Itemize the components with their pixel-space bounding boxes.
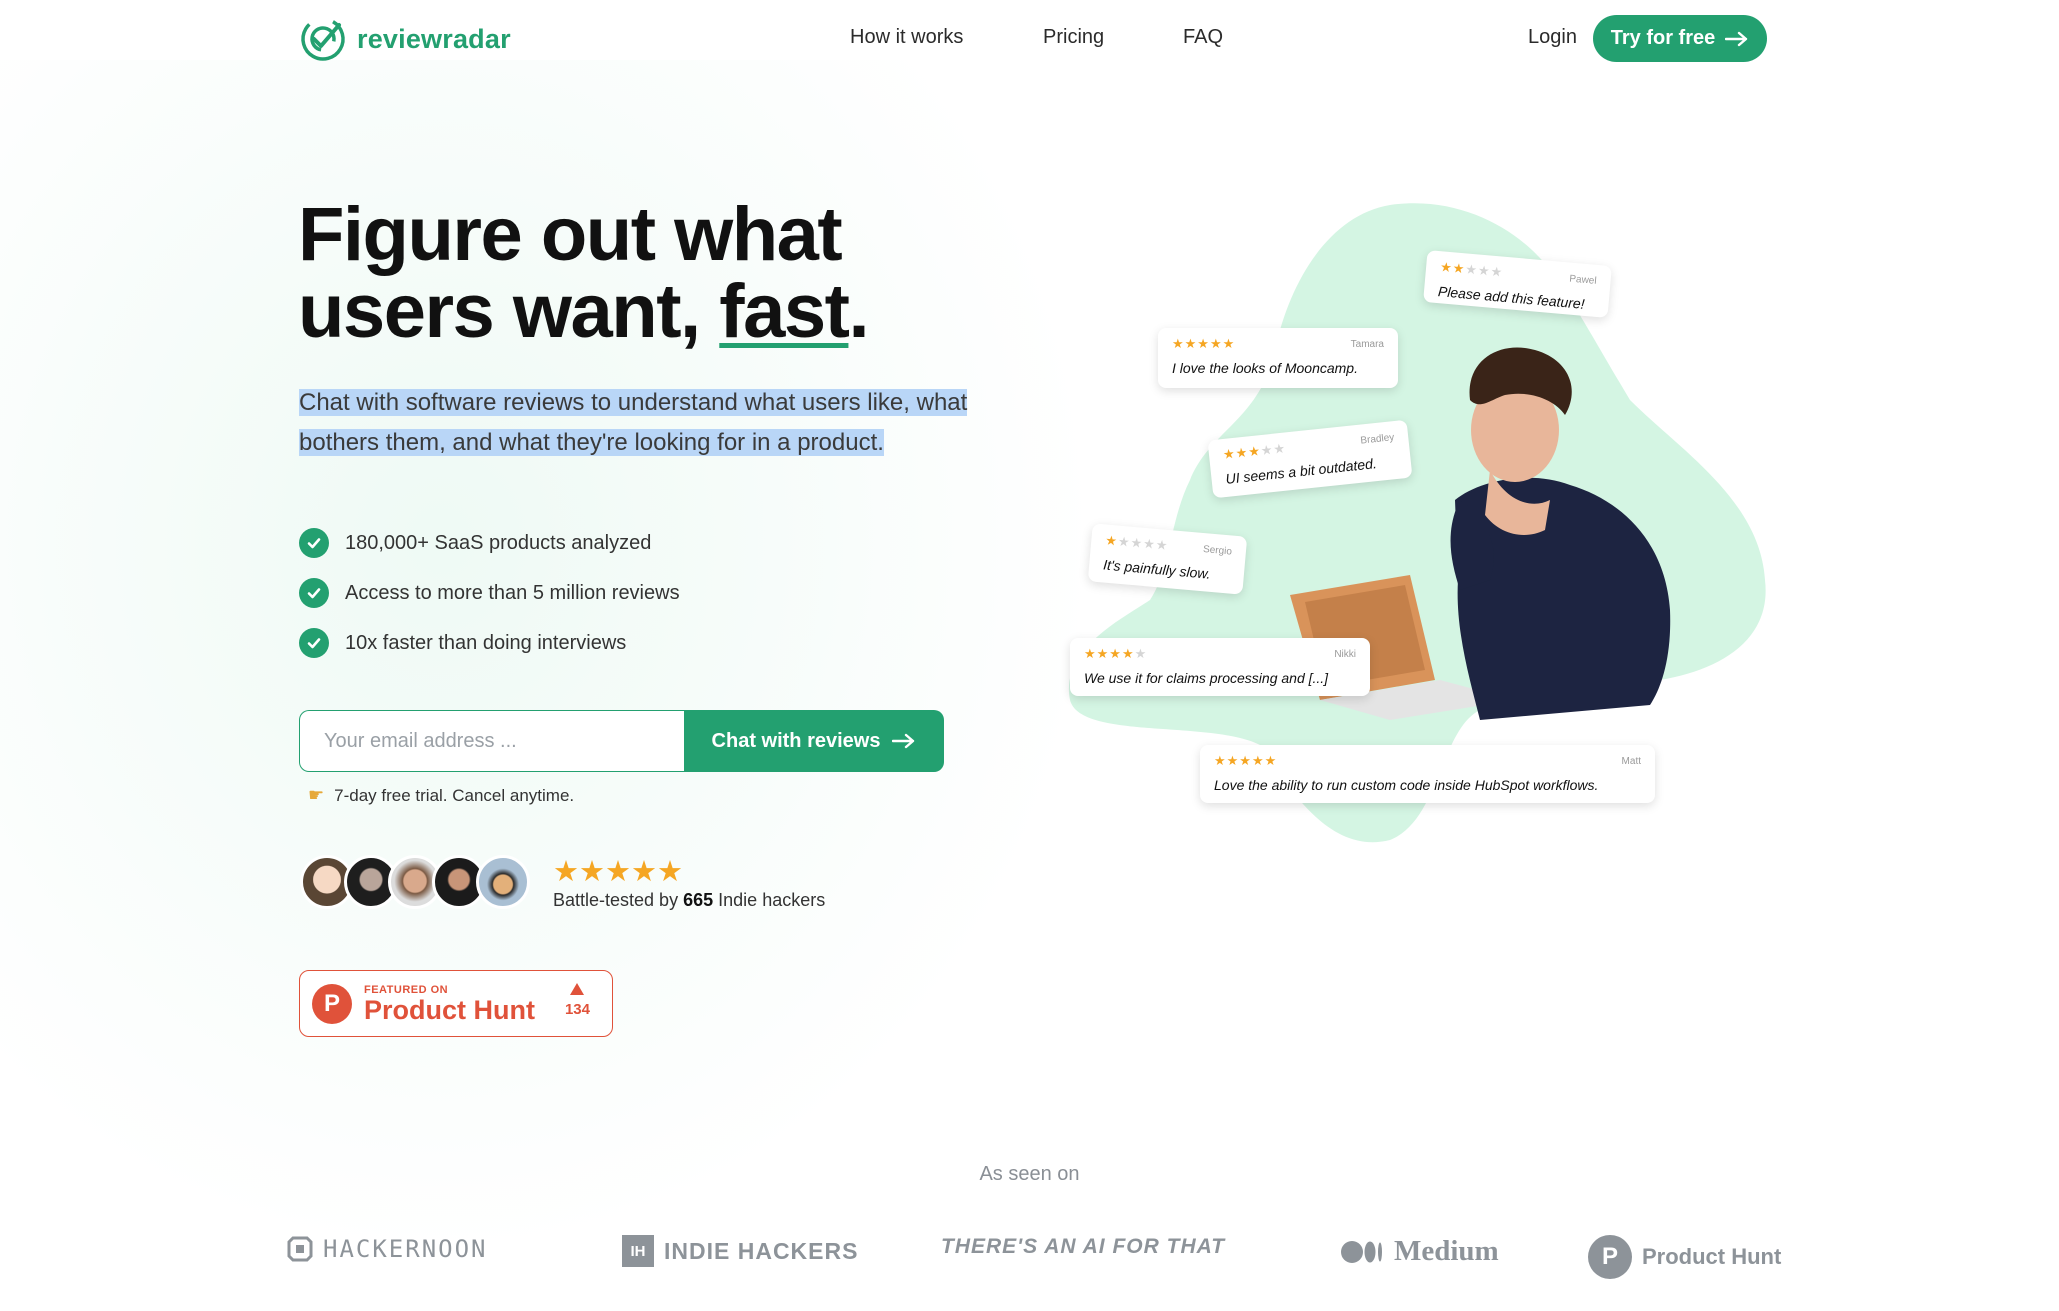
arrow-right-icon: [892, 733, 915, 749]
feature-item: 10x faster than doing interviews: [299, 618, 680, 668]
feature-text: Access to more than 5 million reviews: [345, 581, 680, 604]
ph-votes: 134: [565, 983, 590, 1018]
upvote-icon: [570, 983, 585, 995]
social-proof-text: Battle-tested by 665 Indie hackers: [553, 890, 826, 910]
review-stars: ★★★★★: [1084, 646, 1148, 661]
product-hunt-icon: P: [312, 983, 352, 1024]
ph-featured-label: FEATURED ON: [364, 983, 449, 996]
social-proof-count: 665: [683, 890, 714, 910]
top-nav: reviewradar How it works Pricing FAQ Log…: [0, 0, 2059, 80]
review-author: Nikki: [1334, 648, 1356, 660]
try-for-free-button[interactable]: Try for free: [1593, 15, 1767, 62]
check-icon: [299, 578, 329, 608]
arrow-right-icon: [1725, 31, 1748, 46]
hackernoon-logo[interactable]: HACKERNOON: [287, 1235, 488, 1263]
pointing-hand-icon: ☛: [308, 785, 325, 805]
hero-subtitle-text: Chat with software reviews to understand…: [299, 389, 968, 456]
medium-logo[interactable]: Medium: [1340, 1235, 1499, 1268]
check-icon: [299, 628, 329, 658]
trial-note-text: 7-day free trial. Cancel anytime.: [334, 785, 575, 805]
hero-illustration: ★★★★★ Pawel Please add this feature! ★★★★…: [1060, 200, 1770, 850]
brand-logo[interactable]: reviewradar: [299, 15, 511, 63]
try-for-free-label: Try for free: [1610, 27, 1716, 49]
review-card: ★★★★★ Matt Love the ability to run custom…: [1200, 745, 1655, 803]
product-hunt-logo[interactable]: P Product Hunt: [1588, 1235, 1781, 1279]
star-rating: ★★★★★: [553, 856, 683, 888]
nav-how-it-works[interactable]: How it works: [850, 26, 963, 49]
review-stars: ★★★★★: [1439, 259, 1504, 280]
hero-title-period: .: [848, 269, 869, 354]
rating-block: ★★★★★ Battle-tested by 665 Indie hackers: [553, 858, 825, 911]
hero-title-emphasis: fast: [719, 269, 850, 354]
radar-check-icon: [301, 17, 345, 61]
review-card: ★★★★★ Tamara I love the looks of Mooncamp…: [1158, 328, 1398, 388]
review-text: I love the looks of Mooncamp.: [1172, 360, 1358, 376]
review-stars: ★★★★★: [1172, 336, 1236, 351]
feature-item: 180,000+ SaaS products analyzed: [299, 518, 680, 568]
avatar-group: [300, 855, 530, 909]
review-text: We use it for claims processing and [...…: [1084, 670, 1329, 686]
press-logos: HACKERNOON IH INDIE HACKERS THERE'S AN A…: [0, 1225, 2059, 1285]
feature-list: 180,000+ SaaS products analyzed Access t…: [299, 518, 680, 668]
trial-note: ☛ 7-day free trial. Cancel anytime.: [308, 785, 574, 806]
hero-title-line1: Figure out what: [298, 192, 843, 277]
medium-icon: [1341, 1240, 1382, 1263]
nav-pricing[interactable]: Pricing: [1043, 26, 1104, 49]
check-icon: [299, 528, 329, 558]
review-text: Love the ability to run custom code insi…: [1214, 777, 1599, 793]
hackernoon-icon: [287, 1236, 313, 1262]
brand-name: reviewradar: [357, 23, 511, 54]
signup-form: Chat with reviews: [299, 710, 944, 772]
review-stars: ★★★★★: [1222, 440, 1287, 463]
hero-title: Figure out what users want, fast.: [298, 196, 870, 350]
chat-with-reviews-label: Chat with reviews: [711, 729, 881, 752]
review-text: It's painfully slow.: [1102, 556, 1212, 582]
hero-title-line2: users want,: [298, 269, 701, 354]
review-author: Matt: [1621, 755, 1641, 767]
hero-subtitle: Chat with software reviews to understand…: [299, 383, 1009, 463]
product-hunt-icon: P: [1588, 1235, 1632, 1279]
review-stars: ★★★★★: [1104, 532, 1170, 554]
nav-faq[interactable]: FAQ: [1183, 26, 1223, 49]
ph-name: Product Hunt: [364, 994, 535, 1025]
review-stars: ★★★★★: [1214, 753, 1278, 768]
theres-an-ai-for-that-logo[interactable]: THERE'S AN AI FOR THAT: [941, 1235, 1225, 1259]
chat-with-reviews-button[interactable]: Chat with reviews: [684, 710, 944, 772]
indie-hackers-icon: IH: [622, 1235, 654, 1267]
feature-item: Access to more than 5 million reviews: [299, 568, 680, 618]
feature-text: 10x faster than doing interviews: [345, 631, 627, 654]
indie-hackers-logo[interactable]: IH INDIE HACKERS: [622, 1235, 858, 1267]
feature-text: 180,000+ SaaS products analyzed: [345, 531, 652, 554]
ph-vote-count: 134: [564, 1001, 590, 1018]
as-seen-on-title: As seen on: [979, 1163, 1080, 1185]
product-hunt-badge[interactable]: P FEATURED ON Product Hunt 134: [299, 970, 613, 1037]
review-card: ★★★★★ Nikki We use it for claims processi…: [1070, 638, 1370, 696]
email-input[interactable]: [299, 710, 684, 772]
login-link[interactable]: Login: [1528, 26, 1577, 49]
review-author: Pawel: [1568, 273, 1598, 287]
avatar: [476, 855, 530, 909]
review-author: Bradley: [1359, 431, 1395, 447]
review-author: Tamara: [1350, 338, 1384, 350]
review-author: Sergio: [1202, 543, 1233, 558]
